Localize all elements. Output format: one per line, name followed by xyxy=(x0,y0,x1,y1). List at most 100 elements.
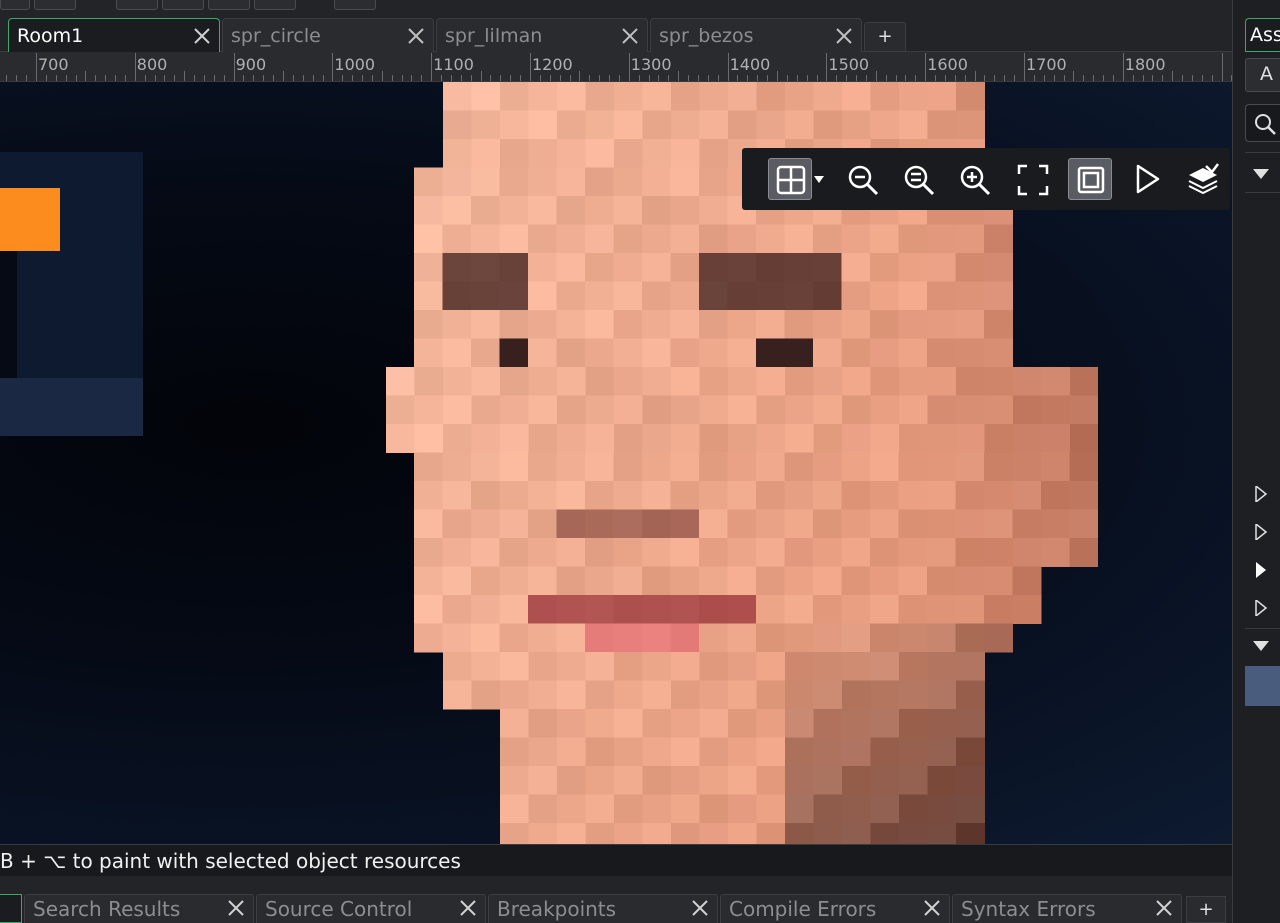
sprite-pixel xyxy=(927,595,956,624)
sprite-pixel xyxy=(927,538,956,567)
sprite-pixel xyxy=(899,737,928,767)
tab-spr-lilman[interactable]: spr_lilman xyxy=(436,18,648,52)
toolbar-button[interactable] xyxy=(34,0,76,10)
close-icon[interactable] xyxy=(691,899,709,917)
ruler-tick xyxy=(648,75,650,81)
tab-spr-bezos[interactable]: spr_bezos xyxy=(650,18,862,52)
sprite-pixel xyxy=(499,595,529,624)
sprite-pixel xyxy=(984,367,1014,396)
ruler-label: 1000 xyxy=(334,55,376,74)
ruler-tick xyxy=(75,75,77,81)
close-icon[interactable] xyxy=(1155,899,1173,917)
add-tab-button[interactable]: + xyxy=(864,22,906,52)
close-icon[interactable] xyxy=(227,899,245,917)
frame-icon xyxy=(1077,166,1105,194)
frame-toggle-button[interactable] xyxy=(1068,158,1112,200)
sprite-pixel xyxy=(642,452,671,482)
play-room-button[interactable] xyxy=(1124,158,1168,200)
tab-breakpoints[interactable]: Breakpoints xyxy=(488,894,718,923)
sprite-pixel xyxy=(500,139,529,168)
close-icon[interactable] xyxy=(835,27,853,45)
toolbar-button[interactable] xyxy=(162,0,204,10)
zoom-reset-button[interactable] xyxy=(896,158,940,200)
layers-icon xyxy=(1188,163,1219,195)
tab-search-results[interactable]: Search Results xyxy=(24,894,254,923)
sprite-pixel xyxy=(528,139,558,168)
ruler-tick xyxy=(362,75,364,81)
ruler-tick xyxy=(865,75,867,81)
room-canvas[interactable] xyxy=(0,82,1232,844)
ruler-tick xyxy=(559,75,561,81)
sprite-pixel xyxy=(898,281,928,311)
sprite-pixel xyxy=(499,167,529,197)
sprite-pixel xyxy=(841,595,871,624)
sprite-pixel xyxy=(414,452,443,482)
sprite-pixel xyxy=(699,139,729,168)
tab-syntax-errors[interactable]: Syntax Errors xyxy=(952,894,1182,923)
sprite-pixel xyxy=(813,566,842,596)
ruler-tick xyxy=(36,53,37,81)
close-icon[interactable] xyxy=(193,27,211,45)
close-icon[interactable] xyxy=(459,899,477,917)
sprite-pixel xyxy=(898,566,928,596)
tab-spr-circle[interactable]: spr_circle xyxy=(222,18,434,52)
ruler-tick xyxy=(332,53,334,81)
ruler-tick xyxy=(105,75,107,81)
tab-room1[interactable]: Room1 xyxy=(8,18,220,52)
ruler-tick xyxy=(964,75,966,81)
expand-arrow-icon[interactable] xyxy=(1253,524,1269,540)
toolbar-button[interactable] xyxy=(334,0,376,10)
close-icon[interactable] xyxy=(621,27,639,45)
sprite-pixel xyxy=(585,680,615,710)
sprite-pixel xyxy=(442,253,472,282)
expand-arrow-icon[interactable] xyxy=(1253,562,1269,578)
toolbar-button[interactable] xyxy=(208,0,250,10)
sprite-pixel xyxy=(785,395,814,425)
ruler-tick xyxy=(786,75,788,81)
layers-button[interactable] xyxy=(1180,158,1224,200)
sprite-pixel xyxy=(927,253,956,282)
close-icon[interactable] xyxy=(923,899,941,917)
sprite-pixel xyxy=(500,794,529,824)
tab-compile-errors[interactable]: Compile Errors xyxy=(720,894,950,923)
sprite-pixel xyxy=(671,395,700,425)
orange-instance[interactable] xyxy=(0,188,60,251)
ruler-tick xyxy=(895,75,897,81)
sprite-pixel xyxy=(386,367,415,396)
sprite-pixel xyxy=(956,424,985,453)
sprite-pixel xyxy=(585,538,614,567)
sprite-pixel xyxy=(841,566,871,596)
zoom-out-button[interactable] xyxy=(840,158,884,200)
asset-filter-button[interactable]: A xyxy=(1245,58,1280,92)
fit-view-button[interactable] xyxy=(1010,158,1054,200)
ruler-tick xyxy=(1024,53,1025,81)
sprite-pixel xyxy=(841,224,871,254)
sprite-pixel xyxy=(956,395,985,425)
sprite-pixel xyxy=(898,310,928,339)
grid-toggle-button[interactable] xyxy=(768,158,812,200)
output-tab-active[interactable] xyxy=(0,894,22,923)
sprite-pixel xyxy=(813,794,843,824)
expand-arrow-icon[interactable] xyxy=(1253,486,1269,502)
toolbar-button[interactable] xyxy=(116,0,158,10)
collapse-arrow-icon[interactable] xyxy=(1253,638,1269,654)
expand-arrow-icon[interactable] xyxy=(1253,600,1269,616)
toolbar-button[interactable] xyxy=(254,0,296,10)
collapse-arrow-icon[interactable] xyxy=(1253,166,1269,182)
ruler-tick xyxy=(539,75,541,81)
add-output-tab-button[interactable]: + xyxy=(1186,896,1226,923)
selected-asset-row[interactable] xyxy=(1245,666,1280,706)
chevron-down-icon[interactable] xyxy=(814,176,824,184)
ruler-tick xyxy=(1043,75,1045,81)
sprite-pixel xyxy=(642,310,671,339)
ruler-tick xyxy=(124,75,126,81)
toolbar-button[interactable] xyxy=(0,0,30,10)
sprite-pixel xyxy=(842,766,871,795)
close-icon[interactable] xyxy=(407,27,425,45)
asset-search-input[interactable] xyxy=(1245,104,1280,142)
tab-asset-browser[interactable]: Ass xyxy=(1245,18,1280,52)
ruler-tick xyxy=(154,75,156,81)
tab-source-control[interactable]: Source Control xyxy=(256,894,486,923)
sprite-pixel xyxy=(984,623,1013,653)
zoom-in-button[interactable] xyxy=(952,158,996,200)
